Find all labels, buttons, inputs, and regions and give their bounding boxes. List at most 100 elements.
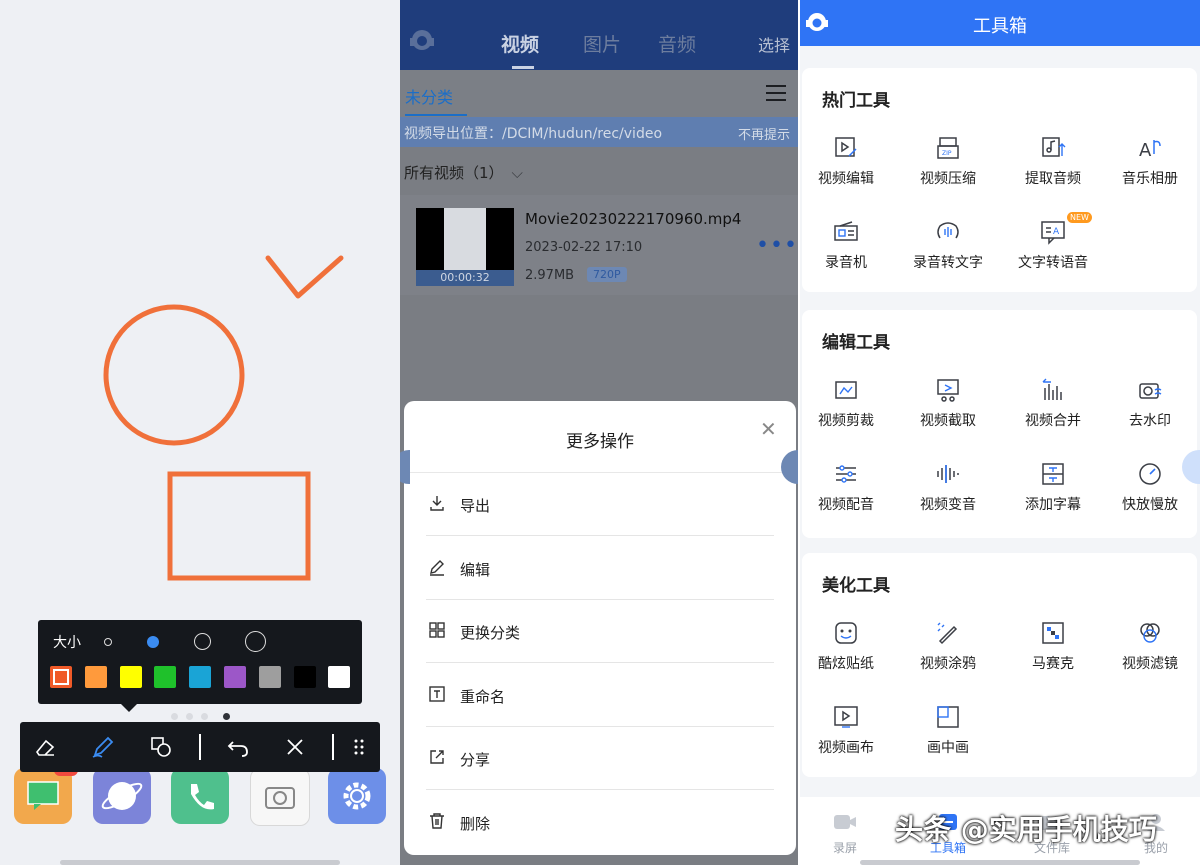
undo-icon[interactable] [225, 734, 251, 760]
category-bar: 未分类 [400, 70, 798, 117]
cut-icon [937, 379, 959, 402]
action-export[interactable]: 导出 [426, 473, 774, 536]
drawn-circle [103, 304, 245, 446]
color-swatch-selected[interactable] [50, 666, 72, 688]
color-swatch[interactable] [84, 666, 107, 688]
brush-settings-panel: 大小 [38, 620, 362, 704]
action-label: 编辑 [460, 560, 491, 579]
shapes-icon[interactable] [148, 734, 174, 760]
all-videos-filter[interactable]: 所有视频（1） ⌵ [404, 162, 523, 183]
category-underline [405, 114, 467, 116]
tool-label: 添加字幕 [1025, 497, 1081, 513]
tab-audio[interactable]: 音频 [658, 30, 696, 57]
color-swatch[interactable] [119, 666, 142, 688]
remove-watermark-icon [1139, 383, 1162, 399]
page-title: 工具箱 [973, 16, 1027, 37]
pager-dot [171, 713, 178, 720]
section-title: 编辑工具 [822, 333, 890, 353]
floating-handle[interactable] [400, 450, 410, 484]
size-option-s-selected[interactable] [147, 636, 159, 648]
tool-label: 视频截取 [920, 413, 976, 429]
tool-label: 文字转语音 [1018, 255, 1088, 271]
tool-label: 录音转文字 [913, 255, 983, 271]
close-icon[interactable] [282, 734, 308, 760]
size-option-m[interactable] [194, 633, 211, 650]
drawn-checkmark [265, 255, 344, 299]
select-button[interactable]: 选择 [758, 32, 790, 56]
color-swatch[interactable] [189, 666, 212, 688]
new-badge: NEW [1067, 212, 1092, 223]
more-options-icon[interactable]: ••• [756, 233, 798, 258]
size-option-l[interactable] [245, 631, 266, 652]
tool-section: 编辑工具 视频剪裁 视频截取 视频合并 去水印 视频配音 视频变音 添加字幕 快放慢放 [802, 310, 1197, 538]
video-duration: 00:00:32 [416, 270, 514, 286]
svg-text:A: A [1139, 140, 1152, 161]
video-size: 2.97MB [525, 268, 575, 283]
recorder-icon [834, 221, 858, 241]
app-logo-icon [410, 30, 434, 50]
action-label: 删除 [460, 814, 491, 833]
messages-app[interactable] [14, 764, 78, 824]
tool-label: 去水印 [1129, 413, 1171, 429]
close-icon[interactable]: ✕ [760, 417, 777, 441]
phone-app[interactable] [171, 768, 229, 824]
crop-icon [835, 381, 857, 399]
merge-icon [1042, 378, 1062, 400]
action-label: 更换分类 [460, 624, 521, 642]
mosaic-icon [1042, 622, 1064, 644]
settings-app[interactable] [328, 768, 386, 824]
delete-icon [430, 812, 444, 829]
pen-icon[interactable] [90, 734, 116, 760]
action-rename[interactable]: 重命名 [426, 664, 774, 727]
color-swatch[interactable] [258, 666, 281, 688]
eraser-icon[interactable] [32, 734, 58, 760]
export-path-banner: 视频导出位置：/DCIM/hudun/rec/video 不再提示 [400, 117, 798, 147]
video-item[interactable]: 00:00:32 Movie20230222170960.mp4 2023-02… [400, 195, 798, 295]
browser-app[interactable] [93, 768, 151, 824]
library-header: 视频 图片 音频 选择 [400, 0, 798, 70]
extract-audio-icon [1042, 137, 1066, 157]
home-indicator [860, 860, 1140, 865]
tool-label: 录音机 [825, 255, 867, 271]
color-swatch[interactable] [293, 666, 316, 688]
video-filename: Movie20230222170960.mp4 [525, 210, 742, 228]
action-edit[interactable]: 编辑 [426, 537, 774, 600]
tool-label: 视频压缩 [920, 171, 976, 187]
nav-record[interactable]: 录屏 [805, 811, 885, 856]
tool-label: 快放慢放 [1122, 497, 1178, 513]
canvas-icon [834, 706, 858, 728]
action-category[interactable]: 更换分类 [426, 600, 774, 663]
color-swatch[interactable] [224, 666, 246, 688]
grip-icon[interactable] [346, 734, 372, 760]
drawing-panel: 大小 [0, 0, 400, 865]
tab-video[interactable]: 视频 [501, 30, 539, 57]
text-to-speech-icon: A [1041, 221, 1065, 245]
action-delete[interactable]: 删除 [426, 791, 774, 854]
tool-label: 视频剪裁 [818, 413, 874, 429]
tool-label: 酷炫贴纸 [818, 656, 874, 672]
section-title: 热门工具 [822, 91, 890, 111]
category-icon [429, 622, 445, 638]
menu-icon[interactable] [765, 84, 787, 102]
tool-label: 马赛克 [1032, 656, 1074, 672]
dismiss-tip-button[interactable]: 不再提示 [738, 124, 790, 143]
camera-app[interactable] [250, 768, 310, 826]
color-swatch[interactable] [328, 666, 351, 688]
doodle-icon [937, 622, 958, 645]
tab-image[interactable]: 图片 [583, 30, 621, 57]
record-icon [834, 815, 856, 829]
share-icon [430, 750, 444, 764]
tool-section: 美化工具 酷炫贴纸 视频涂鸦 马赛克 视频滤镜 视频画布 画中画 [802, 553, 1197, 777]
video-date: 2023-02-22 17:10 [525, 240, 643, 255]
all-videos-label: 所有视频（1） [404, 164, 504, 182]
tool-label: 视频编辑 [818, 171, 874, 187]
category-tab[interactable]: 未分类 [405, 84, 453, 108]
action-share[interactable]: 分享 [426, 727, 774, 790]
size-option-xs[interactable] [104, 638, 112, 646]
subtitle-icon [1042, 463, 1064, 485]
color-swatch[interactable] [154, 666, 177, 688]
resolution-badge: 720P [587, 267, 627, 282]
export-path-text: 视频导出位置：/DCIM/hudun/rec/video [404, 126, 663, 142]
tool-section: 热门工具 视频编辑 ZIP 视频压缩 提取音频 A 音乐相册 录音机 录音转文字 A 文字转语音 NE… [802, 68, 1197, 292]
size-label: 大小 [53, 635, 81, 651]
